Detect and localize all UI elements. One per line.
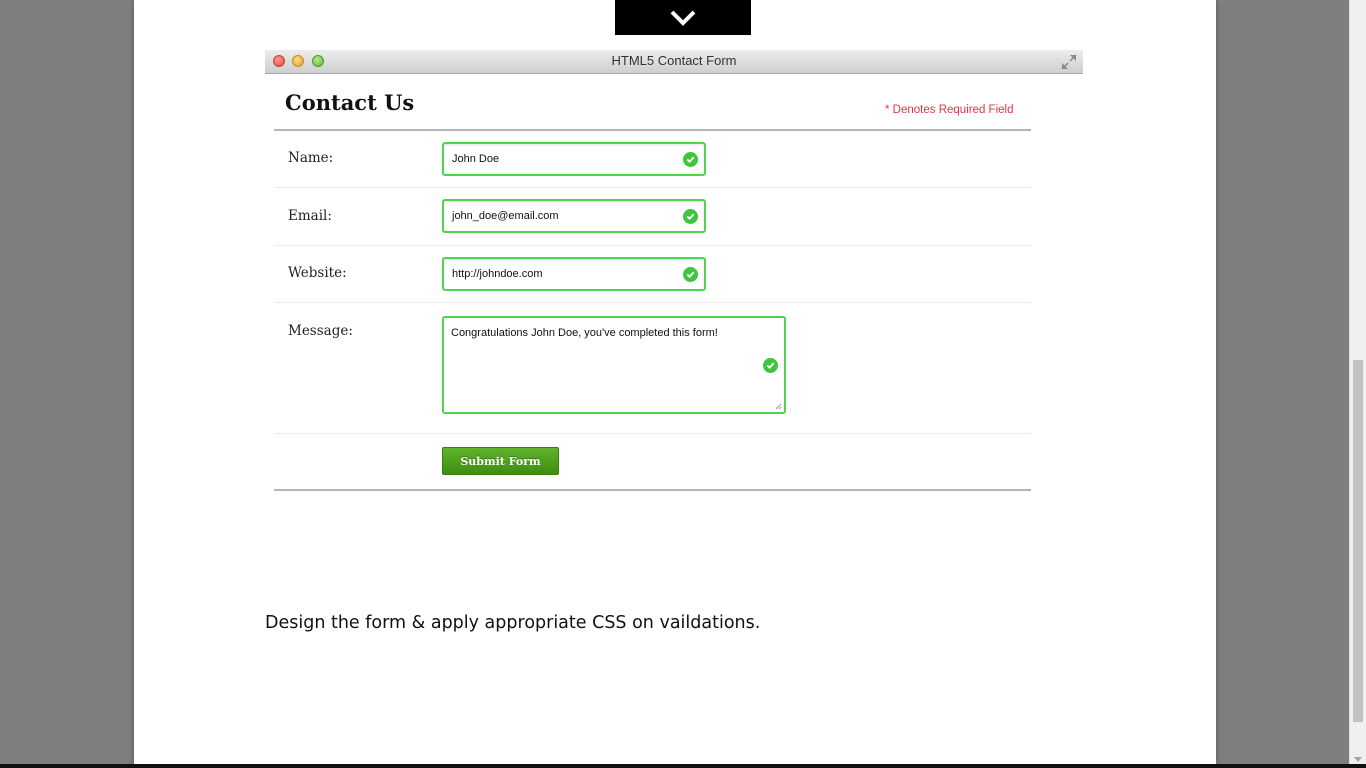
message-textarea[interactable]: Congratulations John Doe, you've complet… <box>442 316 786 414</box>
email-field[interactable]: john_doe@email.com <box>442 199 706 233</box>
scroll-down-arrow-icon[interactable] <box>1354 757 1362 762</box>
name-label: Name: <box>288 150 334 166</box>
bottom-edge <box>0 764 1366 768</box>
website-field[interactable]: http://johndoe.com <box>442 257 706 291</box>
message-textarea-value: Congratulations John Doe, you've complet… <box>451 327 718 339</box>
website-field-value: http://johndoe.com <box>452 268 543 280</box>
vertical-scrollbar[interactable] <box>1349 0 1366 764</box>
message-label: Message: <box>288 323 353 339</box>
website-label: Website: <box>288 265 347 281</box>
name-field[interactable]: John Doe <box>442 142 706 176</box>
check-circle-icon <box>683 267 698 282</box>
scrollbar-thumb[interactable] <box>1353 360 1363 722</box>
check-circle-icon <box>683 152 698 167</box>
instruction-text: Design the form & apply appropriate CSS … <box>265 613 761 633</box>
form-top-divider <box>274 129 1031 131</box>
expand-icon[interactable] <box>1061 54 1077 70</box>
collapse-toggle-button[interactable] <box>615 0 751 35</box>
check-circle-icon <box>683 209 698 224</box>
row-divider <box>274 433 1031 434</box>
form-heading: Contact Us <box>285 90 415 115</box>
row-divider <box>274 302 1031 303</box>
submit-form-button[interactable]: Submit Form <box>442 447 559 475</box>
name-field-value: John Doe <box>452 153 500 165</box>
check-circle-icon <box>763 358 778 373</box>
row-divider <box>274 245 1031 246</box>
window-titlebar: HTML5 Contact Form <box>265 50 1083 74</box>
email-label: Email: <box>288 208 332 224</box>
form-bottom-divider <box>274 489 1031 491</box>
window-title: HTML5 Contact Form <box>611 53 737 68</box>
contact-form-window: HTML5 Contact Form Contact Us * Denotes … <box>265 50 1083 520</box>
row-divider <box>274 187 1031 188</box>
required-field-note: * Denotes Required Field <box>885 104 1014 116</box>
resize-grip-icon[interactable] <box>775 403 782 410</box>
email-field-value: john_doe@email.com <box>452 210 559 222</box>
chevron-down-icon <box>670 10 696 26</box>
